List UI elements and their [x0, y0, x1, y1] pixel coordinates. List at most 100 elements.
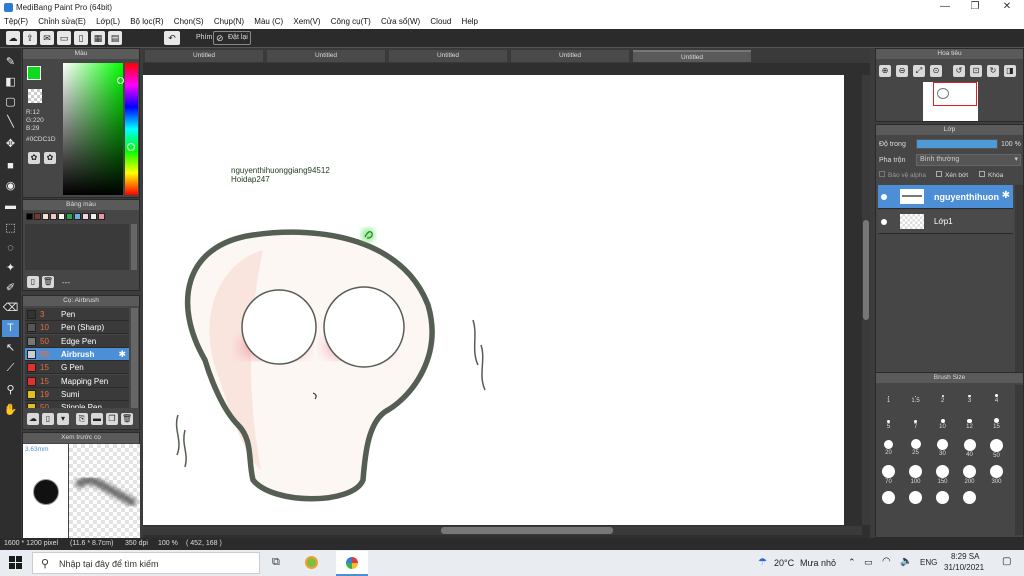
palette-swatch[interactable]	[90, 213, 97, 220]
palette-more[interactable]: ---	[62, 278, 70, 287]
brush-size-option[interactable]: 150	[930, 463, 955, 487]
delete-palette-icon[interactable]: 🗑	[42, 276, 54, 288]
rotate-right-icon[interactable]: ↻	[987, 65, 999, 77]
shape-tool-icon[interactable]: ■	[2, 158, 19, 175]
close-icon[interactable]: ✕	[992, 1, 1022, 12]
brush-size-option[interactable]: 25	[903, 437, 928, 461]
foreground-color[interactable]	[27, 66, 41, 80]
brush-size-option[interactable]: 1.5	[903, 385, 928, 409]
move-tool-icon[interactable]: ✥	[2, 136, 19, 153]
actual-size-icon[interactable]: ⊡	[970, 65, 982, 77]
tab-document-4[interactable]: Untitled	[511, 50, 629, 62]
canvas-vscroll-thumb[interactable]	[863, 220, 869, 320]
brush-size-option[interactable]: 20	[876, 437, 901, 461]
brush-copy-icon[interactable]: ⎘	[76, 413, 88, 425]
brush-item[interactable]: 10 Pen (Sharp)	[25, 321, 129, 335]
brush-new-icon[interactable]: ▯	[42, 413, 54, 425]
canvas-hscroll[interactable]	[143, 526, 862, 535]
brush-item[interactable]: 15 G Pen	[25, 361, 129, 375]
clipping-checkbox[interactable]: Xén bớt	[936, 171, 968, 179]
blend-select[interactable]: Bình thường ▾	[916, 154, 1021, 166]
network-icon[interactable]: ▭	[864, 557, 873, 568]
wifi-icon[interactable]: ◠	[882, 556, 891, 567]
operation-tool-icon[interactable]: ↖	[2, 340, 19, 357]
brush-scrollbar[interactable]	[131, 308, 138, 408]
menu-help[interactable]: Help	[458, 15, 482, 26]
brush-size-option[interactable]: 200	[957, 463, 982, 487]
reset-button[interactable]: ⊘ Đặt lại	[213, 31, 251, 45]
text-tool-icon[interactable]: T	[2, 320, 19, 337]
brush-size-option[interactable]	[903, 489, 928, 513]
palette-swatch[interactable]	[58, 213, 65, 220]
fit-icon[interactable]: ⤢	[913, 65, 925, 77]
brush-size-option[interactable]	[876, 489, 901, 513]
brush-size-option[interactable]: 2	[930, 385, 955, 409]
tab-document-2[interactable]: Untitled	[267, 50, 385, 62]
brush-size-option[interactable]: 3	[957, 385, 982, 409]
divide-tool-icon[interactable]: ⟋	[2, 360, 19, 377]
layer-row-1[interactable]: nguyenthihuon ✱	[878, 185, 1013, 209]
brush-tool-icon[interactable]: ✎	[2, 54, 19, 71]
brush-size-option[interactable]: 12	[957, 411, 982, 435]
opacity-slider[interactable]	[916, 139, 998, 149]
page-icon[interactable]: ▯	[74, 31, 88, 45]
menu-cloud[interactable]: Cloud	[426, 15, 455, 26]
hand-tool-icon[interactable]: ✋	[2, 402, 19, 419]
brush-size-option[interactable]: 70	[876, 463, 901, 487]
brush-dropdown-icon[interactable]: ▾	[57, 413, 69, 425]
flip-icon[interactable]: ◨	[1004, 65, 1016, 77]
menu-filter[interactable]: Bộ lọc(R)	[126, 15, 167, 26]
brush-size-option[interactable]: 1	[876, 385, 901, 409]
medibang-taskbar-button[interactable]	[336, 551, 368, 576]
weather-temperature[interactable]: 20°C	[774, 558, 794, 568]
drawing-paper[interactable]: nguyenthihuonggiang94512 Hoidap247	[143, 75, 844, 525]
layers-scrollbar[interactable]	[1015, 185, 1023, 395]
palette-swatch[interactable]	[42, 213, 49, 220]
canvas-hscroll-thumb[interactable]	[441, 527, 613, 534]
menu-window[interactable]: Cửa sổ(W)	[377, 15, 424, 26]
canvas-vscroll[interactable]	[862, 75, 870, 525]
menu-tools[interactable]: Công cụ(T)	[327, 15, 375, 26]
brush-delete-icon[interactable]: 🗑	[121, 413, 133, 425]
gear-icon[interactable]: ✱	[118, 349, 126, 360]
cloud-icon[interactable]: ☁	[6, 31, 20, 45]
brush-size-option[interactable]: 15	[984, 411, 1009, 435]
tray-chevron-icon[interactable]: ⌃	[848, 557, 856, 568]
brush-size-option[interactable]: 7	[903, 411, 928, 435]
fill-tool-icon[interactable]: ◉	[2, 178, 19, 195]
eyedropper-icon[interactable]: ⚲	[2, 382, 19, 399]
new-palette-icon[interactable]: ▯	[27, 276, 39, 288]
palette-swatch[interactable]	[82, 213, 89, 220]
brush-size-option[interactable]: 300	[984, 463, 1009, 487]
layout-icon[interactable]: ▤	[108, 31, 122, 45]
maximize-icon[interactable]: ❐	[960, 1, 990, 12]
protect-alpha-checkbox[interactable]: Bảo vệ alpha	[879, 171, 926, 179]
eraser-tool-icon[interactable]: ◧	[2, 74, 19, 91]
gear-icon[interactable]: ✱	[1002, 190, 1010, 201]
eye-icon[interactable]	[881, 194, 887, 200]
menu-edit[interactable]: Chỉnh sửa(E)	[34, 15, 90, 26]
brush-size-option[interactable]: 30	[930, 437, 955, 461]
select-eraser-icon[interactable]: ⌫	[2, 300, 19, 317]
select-tool-icon[interactable]: ⬚	[2, 220, 19, 237]
comment-icon[interactable]: ✉	[40, 31, 54, 45]
zoom-in-icon[interactable]: ⊕	[879, 65, 891, 77]
brush-item[interactable]: 50 Airbrush ✱	[25, 347, 129, 361]
magic-wand-icon[interactable]: ✦	[2, 260, 19, 277]
tab-document-5[interactable]: Untitled	[633, 50, 751, 62]
lock-checkbox[interactable]: Khóa	[979, 171, 1003, 179]
minimize-icon[interactable]: —	[930, 1, 960, 12]
rect-tool-icon[interactable]: ▢	[2, 94, 19, 111]
brush-size-option[interactable]: 4	[984, 385, 1009, 409]
app-launcher-icon[interactable]	[305, 556, 318, 569]
menu-snap[interactable]: Chụp(N)	[210, 15, 248, 26]
brush-size-option[interactable]: 40	[957, 437, 982, 461]
hue-slider[interactable]	[125, 63, 138, 195]
brush-item[interactable]: 50 Edge Pen	[25, 334, 129, 348]
grid-icon[interactable]: ▦	[91, 31, 105, 45]
palette-swatch[interactable]	[50, 213, 57, 220]
brush-size-option[interactable]: 5	[876, 411, 901, 435]
brush-size-option[interactable]: 10	[930, 411, 955, 435]
clock-time[interactable]: 8:29 SA	[951, 552, 979, 561]
windows-start-icon[interactable]	[9, 556, 23, 570]
